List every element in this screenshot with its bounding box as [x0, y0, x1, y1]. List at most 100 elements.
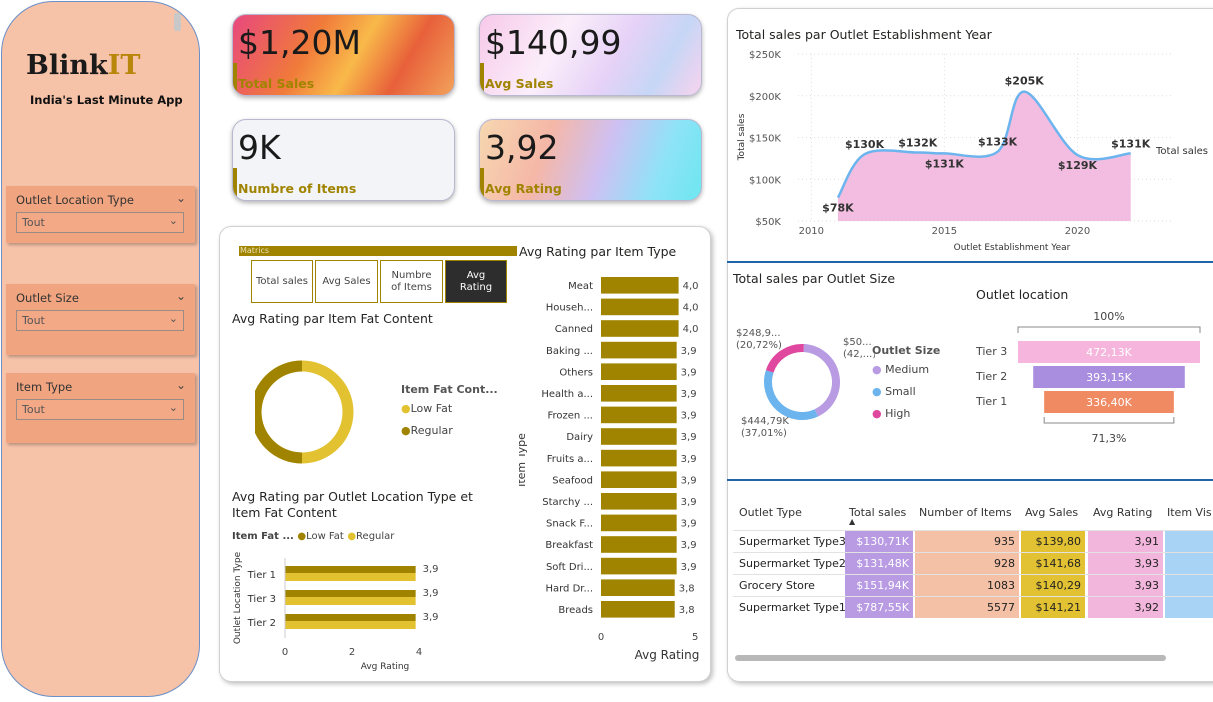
data-label: 3,9	[681, 389, 697, 400]
row-label: Supermarket Type2	[739, 557, 846, 570]
legend-item-low-fat[interactable]: ●Low Fat	[401, 402, 452, 415]
chevron-down-icon[interactable]: ⌄	[176, 191, 186, 205]
chevron-down-icon[interactable]: ⌄	[176, 289, 186, 303]
slicer-dropdown[interactable]: Tout ⌄	[16, 310, 184, 331]
bar[interactable]	[601, 493, 677, 510]
data-label: $129K	[1058, 159, 1098, 172]
column-header[interactable]: Outlet Type	[739, 506, 802, 519]
legend-item-regular[interactable]: ●Regular	[401, 424, 453, 437]
bar-regular[interactable]	[285, 597, 416, 605]
table-cell: $141,68	[1021, 553, 1085, 574]
slicer-dropdown[interactable]: Tout ⌄	[16, 399, 184, 420]
sales-by-year-area-chart[interactable]: $250K $200K $150K $100K $50K 2010 2015 2020 Tota…	[730, 42, 1213, 257]
metric-button-avg-rating[interactable]: Avg Rating	[445, 260, 507, 303]
outlet-size-donut[interactable]: $50...(42,...) $444,79K(37,01%) $248,9...(…	[730, 325, 875, 445]
kpi-number-of-items[interactable]: 9K Numbre of Items	[232, 119, 455, 201]
table-cell: $131,48K	[845, 553, 913, 574]
bar[interactable]	[601, 406, 677, 424]
kpi-avg-sales[interactable]: $140,99 Avg Sales	[479, 14, 702, 96]
table-cell: 3	[1165, 597, 1213, 618]
kpi-accent-bar	[233, 63, 237, 95]
outlet-type-table[interactable]: Outlet Type Total sales Number of Items Avg…	[733, 500, 1213, 625]
sort-arrow-icon[interactable]: ▲	[849, 517, 855, 526]
loc-fat-bar-chart[interactable]: Outlet Location Type Tier 1 3,9 Tier 3 3,9 Ti…	[228, 550, 458, 675]
data-label: 3,9	[681, 367, 697, 378]
tick-label: Snack F...	[546, 519, 593, 530]
bar[interactable]	[601, 471, 677, 488]
slicer-item-type[interactable]: Item Type ⌄ Tout ⌄	[6, 373, 195, 443]
bar[interactable]	[601, 341, 677, 359]
bar-low-fat[interactable]	[285, 590, 416, 597]
tick-label: 2015	[932, 226, 957, 237]
data-label: 4,0	[683, 281, 699, 292]
bar[interactable]	[601, 320, 679, 337]
data-label: $50...	[843, 337, 872, 348]
donut-slice[interactable]	[764, 370, 819, 420]
data-label: 3,9	[681, 475, 697, 486]
column-header[interactable]: Avg Sales	[1025, 506, 1078, 519]
slicer-value: Tout	[22, 216, 45, 229]
table-cell: 3,93	[1088, 553, 1163, 574]
legend-dot: ●	[872, 385, 882, 398]
slicer-dropdown[interactable]: Tout ⌄	[16, 212, 184, 233]
kpi-value: $1,20M	[238, 23, 361, 62]
chevron-down-icon[interactable]: ⌄	[176, 378, 186, 392]
slicer-outlet-size[interactable]: Outlet Size ⌄ Tout ⌄	[6, 284, 195, 355]
data-label: (37,01%)	[741, 428, 787, 439]
column-header[interactable]: Item Vis	[1167, 506, 1212, 519]
outlet-location-funnel[interactable]: 100% Tier 3 472,13K Tier 2 393,15K Tier 1 336,…	[970, 305, 1213, 450]
column-header[interactable]: Avg Rating	[1093, 506, 1152, 519]
data-label: 3,9	[423, 588, 439, 599]
donut-slice[interactable]	[765, 344, 804, 373]
bar[interactable]	[601, 536, 677, 553]
item-type-bar-chart[interactable]: Item Type Meat 4,0 Househ... 4,0 Canned 4,0 Bak…	[519, 270, 704, 665]
kpi-label: Avg Rating	[485, 181, 562, 196]
column-header[interactable]: Total sales	[849, 506, 906, 519]
legend-item-high[interactable]: ● High	[872, 407, 910, 420]
kpi-value: 3,92	[485, 128, 559, 167]
sidebar-scroll-handle[interactable]	[174, 13, 181, 31]
table-cell: $140,29	[1021, 575, 1085, 596]
bar[interactable]	[601, 298, 679, 316]
divider	[727, 479, 1213, 481]
kpi-avg-rating[interactable]: 3,92 Avg Rating	[479, 119, 702, 201]
bar-regular[interactable]	[285, 621, 416, 629]
bar[interactable]	[601, 363, 677, 380]
data-label: $205K	[1005, 75, 1045, 88]
fat-content-donut[interactable]	[255, 355, 355, 470]
tick-label: Baking ...	[546, 346, 593, 357]
bar[interactable]	[601, 514, 677, 532]
bar[interactable]	[601, 277, 679, 294]
data-label: $133K	[978, 136, 1018, 149]
tick-label: Breads	[558, 605, 593, 616]
bar[interactable]	[601, 601, 675, 618]
outlet-size-legend-title: Outlet Size	[872, 344, 941, 357]
tick-label: Tier 2	[247, 618, 276, 629]
metric-button-number-of-items[interactable]: Numbre of Items	[380, 260, 443, 303]
donut-slice[interactable]	[803, 344, 840, 417]
bar[interactable]	[601, 579, 675, 596]
tick-label: Tier 2	[975, 370, 1007, 383]
legend-item-small[interactable]: ● Small	[872, 385, 916, 398]
bar-low-fat[interactable]	[285, 614, 416, 621]
slicer-label: Outlet Size	[16, 291, 79, 305]
bar-low-fat[interactable]	[285, 566, 416, 573]
slicer-outlet-location-type[interactable]: Outlet Location Type ⌄ Tout ⌄	[6, 186, 195, 243]
metrics-header: Matrics	[240, 246, 270, 255]
kpi-total-sales[interactable]: $1,20M Total Sales	[232, 14, 455, 96]
bar[interactable]	[601, 449, 677, 467]
data-label: $131K	[925, 157, 965, 170]
tick-label: 2020	[1065, 226, 1090, 237]
chevron-down-icon: ⌄	[168, 214, 178, 227]
column-header[interactable]: Number of Items	[919, 506, 1012, 519]
bar[interactable]	[601, 385, 677, 402]
row-label: Supermarket Type1	[739, 601, 846, 614]
row-label: Grocery Store	[739, 579, 815, 592]
metric-button-total-sales[interactable]: Total sales	[251, 260, 313, 303]
bar[interactable]	[601, 428, 677, 445]
bar[interactable]	[601, 557, 677, 575]
bar-regular[interactable]	[285, 573, 416, 581]
table-horizontal-scrollbar[interactable]	[735, 655, 1166, 661]
legend-item-medium[interactable]: ● Medium	[872, 363, 929, 376]
metric-button-avg-sales[interactable]: Avg Sales	[315, 260, 378, 303]
